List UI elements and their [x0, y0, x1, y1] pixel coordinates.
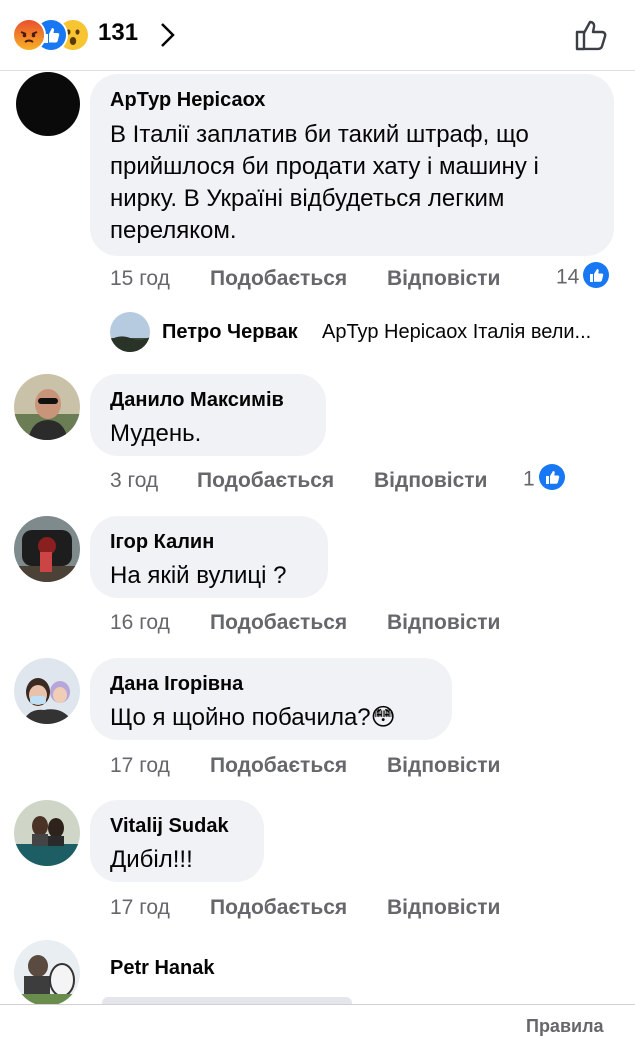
comment-text-line: прийшлося би продати хату і машину і [110, 153, 539, 180]
reply-button[interactable]: Відповісти [387, 611, 500, 635]
comment-text-line: нирку. В Україні відбудеться легким [110, 185, 505, 212]
comment-text-line: Мудень. [110, 420, 202, 447]
comment-bubble: Данило Максимів Мудень. [90, 374, 326, 456]
like-button[interactable]: Подобається [210, 611, 347, 635]
avatar[interactable] [14, 940, 80, 1006]
comment-author[interactable]: Ігор Калин [110, 530, 306, 554]
comment-author[interactable]: АрТур Нерісаох [110, 88, 592, 112]
reply-text: АрТур Нерісаох Італія вели... [322, 321, 592, 343]
like-button[interactable]: Подобається [210, 754, 347, 778]
comment-author[interactable]: Petr Hanak [110, 956, 215, 980]
reply-button[interactable]: Відповісти [387, 267, 500, 291]
reply-button[interactable]: Відповісти [387, 754, 500, 778]
comment-bubble: АрТур Нерісаох В Італії заплатив би таки… [90, 74, 614, 256]
like-button[interactable]: Подобається [197, 469, 334, 493]
like-badge-icon [538, 464, 565, 490]
comment-bubble: Ігор Калин На якій вулиці ? [90, 516, 328, 598]
like-badge-icon [583, 262, 610, 288]
comment-text-line: переляком. [110, 217, 237, 244]
comment-time[interactable]: 15 год [110, 267, 170, 291]
like-outline-icon[interactable] [574, 17, 610, 58]
comment-bubble: Дана Ігорівна Що я щойно побачила?😳 [90, 658, 452, 740]
comment-author[interactable]: Данило Максимів [110, 388, 304, 412]
comment-like-count[interactable]: 14 [556, 262, 610, 291]
comment-author[interactable]: Vitalij Sudak [110, 814, 242, 838]
avatar[interactable] [14, 516, 80, 582]
reply-button[interactable]: Відповісти [387, 896, 500, 920]
like-button[interactable]: Подобається [210, 267, 347, 291]
reaction-count[interactable]: 131 [98, 19, 138, 47]
chevron-right-icon[interactable] [158, 20, 178, 55]
avatar[interactable] [14, 658, 80, 724]
angry-icon [12, 18, 46, 52]
comment-time[interactable]: 3 год [110, 469, 158, 493]
like-button[interactable]: Подобається [210, 896, 347, 920]
footer-link[interactable]: Правила [526, 1016, 604, 1037]
comment-time[interactable]: 17 год [110, 754, 170, 778]
comment-bubble: Vitalij Sudak Дибіл!!! [90, 800, 264, 882]
comment-text-line: Дибіл!!! [110, 846, 193, 873]
like-count: 14 [556, 265, 580, 289]
comment-text-line: Що я щойно побачила?😳 [110, 704, 396, 731]
reply-author[interactable]: Петро Червак [162, 321, 298, 344]
comment-text-line: В Італії заплатив би такий штраф, що [110, 121, 529, 148]
comment-like-count[interactable]: 1 [523, 464, 565, 493]
reply-button[interactable]: Відповісти [374, 469, 487, 493]
reactions-header: 131 [0, 0, 635, 71]
comment-time[interactable]: 16 год [110, 611, 170, 635]
reply-avatar[interactable] [110, 312, 150, 352]
avatar[interactable] [14, 374, 80, 440]
reaction-icons[interactable] [12, 18, 92, 52]
comment-text-line: На якій вулиці ? [110, 562, 287, 589]
avatar[interactable] [16, 72, 80, 136]
comment-time[interactable]: 17 год [110, 896, 170, 920]
comment-author[interactable]: Дана Ігорівна [110, 672, 430, 696]
avatar[interactable] [14, 800, 80, 866]
like-count: 1 [523, 467, 535, 491]
